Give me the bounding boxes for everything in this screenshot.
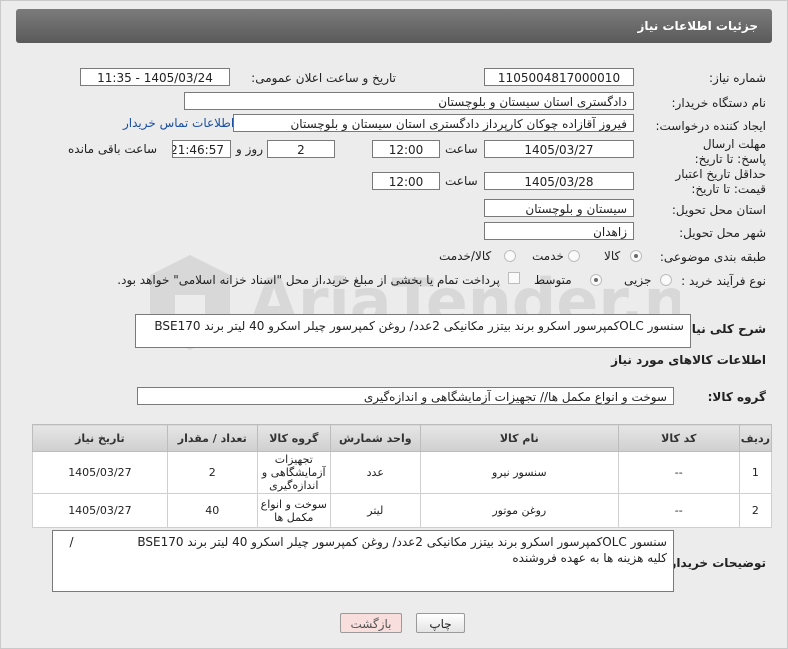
col-qty: تعداد / مقدار [166,424,258,452]
announce-datetime-field: 1405/03/24 - 11:35 [80,68,230,86]
col-group: گروه کالا [256,424,331,452]
category-option-service: خدمت [532,249,564,263]
table-row: 1 -- سنسور نیرو عدد تجهیزات آزمایشگاهی و… [32,451,773,494]
delivery-province-field: سیستان و بلوچستان [484,199,634,217]
purchase-option-minor: جزیی [624,273,652,287]
item-code: -- [617,493,740,528]
back-button[interactable]: بازگشت [340,613,402,633]
delivery-city-label: شهر محل تحویل: [679,226,766,240]
purchase-radio-medium[interactable] [590,274,602,286]
goods-group-field: سوخت و انواع مکمل ها// تجهیزات آزمایشگاه… [137,387,674,405]
summary-field: سنسور OLCکمپرسور اسکرو برند بیتزر مکانیک… [135,314,691,348]
buyer-contact-link[interactable]: اطلاعات تماس خریدار [123,116,234,130]
category-option-goods-service: کالا/خدمت [439,249,492,263]
col-date: تاریخ نیاز [32,424,168,452]
row-number: 2 [738,493,773,528]
treasury-bonds-text: پرداخت تمام یا بخشی از مبلغ خرید،از محل … [117,273,500,287]
col-row: ردیف [738,424,773,452]
delivery-province-label: استان محل تحویل: [671,203,766,217]
buyer-notes-line: سنسور OLCکمپرسور اسکرو برند بیتزر مکانیک… [59,534,667,550]
reply-date-field: 1405/03/27 [484,140,634,158]
buyer-notes-slash: / [69,535,74,549]
reply-time-label: ساعت [445,142,478,156]
print-button[interactable]: چاپ [416,613,465,633]
title-bar: جزئیات اطلاعات نیاز [16,9,772,43]
remaining-time-label: ساعت باقی مانده [68,142,158,156]
remaining-time-field: 21:46:57 [172,140,231,158]
requester-field: فیروز آقازاده چوکان کارپرداز دادگستری اس… [233,114,634,132]
purchase-type-label: نوع فرآیند خرید : [681,274,766,288]
buyer-org-field: دادگستری استان سیستان و بلوچستان [184,92,634,110]
item-group: سوخت و انواع مکمل ها [256,493,331,528]
reply-days-label: روز و [236,142,263,156]
table-header-row: ردیف کد کالا نام کالا واحد شمارش گروه کا… [32,424,773,452]
category-radio-goods-service[interactable] [504,250,516,262]
need-number-label: شماره نیاز: [709,71,766,85]
buyer-notes-text: سنسور OLCکمپرسور اسکرو برند بیتزر مکانیک… [137,535,667,549]
buyer-org-label: نام دستگاه خریدار: [671,96,767,110]
buyer-notes-label: توضیحات خریدار: [664,556,766,570]
row-number: 1 [738,451,773,494]
item-unit: عدد [329,451,421,494]
price-validity-date-field: 1405/03/28 [484,172,634,190]
category-label: طبقه بندی موضوعی: [659,250,766,264]
price-validity-time-field: 12:00 [372,172,440,190]
item-qty: 2 [166,451,258,494]
col-name: نام کالا [419,424,619,452]
price-validity-time-label: ساعت [445,174,478,188]
item-group: تجهیزات آزمایشگاهی و اندازه‌گیری [256,451,331,494]
purchase-option-medium: متوسط [534,273,572,287]
category-radio-goods[interactable] [630,250,642,262]
col-unit: واحد شمارش [329,424,421,452]
items-table: ردیف کد کالا نام کالا واحد شمارش گروه کا… [32,424,773,528]
price-validity-label: حداقل تاریخ اعتبار قیمت: تا تاریخ: [675,167,766,196]
page-title: جزئیات اطلاعات نیاز [637,19,758,33]
table-row: 2 -- روغن موتور لیتر سوخت و انواع مکمل ه… [32,493,773,528]
purchase-radio-minor[interactable] [660,274,672,286]
goods-section-title: اطلاعات کالاهای مورد نیاز [611,353,766,367]
treasury-bonds-checkbox[interactable] [508,272,520,284]
buyer-notes-line2: کلیه هزینه ها به عهده فروشنده [512,551,667,565]
item-name: روغن موتور [419,493,619,528]
item-unit: لیتر [329,493,421,528]
buyer-notes-field: سنسور OLCکمپرسور اسکرو برند بیتزر مکانیک… [52,530,674,592]
requester-label: ایجاد کننده درخواست: [655,119,766,133]
delivery-city-field: زاهدان [484,222,634,240]
category-option-goods: کالا [604,249,621,263]
category-radio-service[interactable] [568,250,580,262]
summary-label: شرح کلی نیاز: [680,322,766,336]
reply-time-field: 12:00 [372,140,440,158]
item-date: 1405/03/27 [32,493,168,528]
need-number-field: 1105004817000010 [484,68,634,86]
item-name: سنسور نیرو [419,451,619,494]
item-code: -- [617,451,740,494]
item-date: 1405/03/27 [32,451,168,494]
item-qty: 40 [166,493,258,528]
col-code: کد کالا [617,424,740,452]
reply-days-field: 2 [267,140,335,158]
goods-group-label: گروه کالا: [707,390,766,404]
announce-datetime-label: تاریخ و ساعت اعلان عمومی: [251,71,396,85]
reply-deadline-label: مهلت ارسال پاسخ: تا تاریخ: [694,137,766,166]
